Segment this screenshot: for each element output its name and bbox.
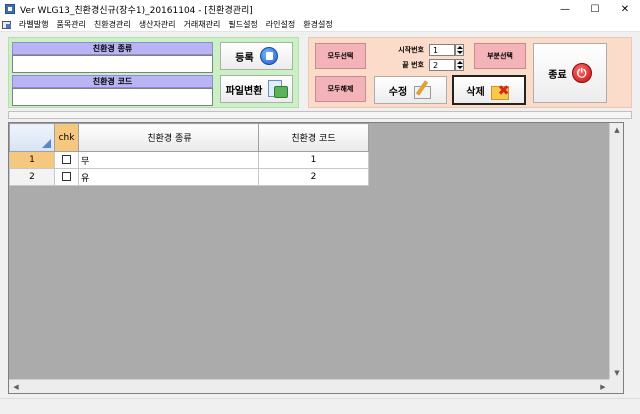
menu-label-print[interactable]: 라벨발행 xyxy=(15,19,52,30)
table-row[interactable]: 1 무 1 xyxy=(9,151,369,169)
scroll-up-arrow-icon[interactable]: ▲ xyxy=(610,123,624,137)
start-number-input[interactable]: 1 xyxy=(429,44,455,56)
maximize-button[interactable]: ☐ xyxy=(580,0,610,18)
menu-line-settings[interactable]: 라인설정 xyxy=(262,19,299,30)
file-convert-button-label: 파일변환 xyxy=(225,85,263,97)
delete-button[interactable]: 삭제 xyxy=(452,75,526,105)
partial-select-button[interactable]: 부분선택 xyxy=(474,43,526,69)
row-checkbox[interactable] xyxy=(62,172,71,181)
power-icon: ⏻ xyxy=(571,63,592,83)
scrollbar-corner xyxy=(609,379,623,393)
row-number[interactable]: 1 xyxy=(9,151,55,169)
mdi-window-icon[interactable] xyxy=(2,20,12,29)
start-number-spinner[interactable] xyxy=(455,44,464,56)
row-checkbox-cell[interactable] xyxy=(54,168,79,186)
delete-x-icon xyxy=(490,80,512,100)
separator-strip xyxy=(8,111,632,119)
menu-item-management[interactable]: 품목관리 xyxy=(52,19,89,30)
edit-button-label: 수정 xyxy=(388,86,408,98)
app-icon xyxy=(5,4,15,14)
column-header-eco-kind[interactable]: 친환경 종류 xyxy=(78,123,259,152)
grid-header-row: chk 친환경 종류 친환경 코드 xyxy=(9,123,369,152)
grid-table: chk 친환경 종류 친환경 코드 1 무 1 2 유 2 xyxy=(9,123,369,186)
deselect-all-button[interactable]: 모두해제 xyxy=(315,76,366,102)
window-title: Ver WLG13_친환경신규(장수1)_20161104 - [친환경관리] xyxy=(20,5,253,16)
file-transfer-icon xyxy=(267,79,289,99)
exit-button-label: 종료 xyxy=(548,69,567,81)
end-number-label: 끝 번호 xyxy=(402,61,424,69)
eco-kind-label: 친환경 종류 xyxy=(12,42,213,55)
register-button-label: 등록 xyxy=(235,52,254,64)
column-header-chk[interactable]: chk xyxy=(54,123,79,152)
eco-kind-cell[interactable]: 무 xyxy=(78,151,259,169)
row-number[interactable]: 2 xyxy=(9,168,55,186)
eco-code-cell[interactable]: 2 xyxy=(258,168,369,186)
end-number-input[interactable]: 2 xyxy=(429,59,455,71)
close-button[interactable]: ✕ xyxy=(610,0,640,18)
end-number-spinner[interactable] xyxy=(455,59,464,71)
edit-pencil-icon xyxy=(412,80,432,100)
horizontal-scrollbar[interactable]: ◀ ▶ xyxy=(9,379,610,393)
eco-kind-input[interactable] xyxy=(12,55,213,73)
menu-trader-management[interactable]: 거래채관리 xyxy=(180,19,225,30)
grid-corner-cell[interactable] xyxy=(9,123,55,152)
table-row[interactable]: 2 유 2 xyxy=(9,168,369,186)
menu-environment-settings[interactable]: 환경설정 xyxy=(299,19,336,30)
register-button[interactable]: 등록 xyxy=(220,42,293,70)
file-convert-button[interactable]: 파일변환 xyxy=(220,75,293,103)
window-controls: — ☐ ✕ xyxy=(550,0,640,18)
status-bar xyxy=(0,398,640,414)
row-checkbox[interactable] xyxy=(62,155,71,164)
menu-field-settings[interactable]: 필드설정 xyxy=(224,19,261,30)
delete-button-label: 삭제 xyxy=(466,86,485,98)
scroll-left-arrow-icon[interactable]: ◀ xyxy=(9,380,23,394)
menu-producer-management[interactable]: 생산자관리 xyxy=(135,19,180,30)
action-panel: 모두선택 모두해제 시작번호 1 끝 번호 2 부분선택 수정 삭제 종료 ⏻ xyxy=(308,37,632,108)
select-all-button[interactable]: 모두선택 xyxy=(315,43,366,69)
input-panel: 친환경 종류 친환경 코드 등록 파일변환 xyxy=(8,37,299,108)
data-grid: chk 친환경 종류 친환경 코드 1 무 1 2 유 2 ▲ ▼ ◀ ▶ xyxy=(8,122,624,394)
minimize-button[interactable]: — xyxy=(550,0,580,18)
eco-code-cell[interactable]: 1 xyxy=(258,151,369,169)
eco-code-label: 친환경 코드 xyxy=(12,75,213,88)
start-number-label: 시작번호 xyxy=(398,46,424,54)
eco-code-input[interactable] xyxy=(12,88,213,106)
scroll-right-arrow-icon[interactable]: ▶ xyxy=(596,380,610,394)
exit-button[interactable]: 종료 ⏻ xyxy=(533,43,607,103)
scroll-down-arrow-icon[interactable]: ▼ xyxy=(610,366,624,380)
menu-eco-management[interactable]: 친환경관리 xyxy=(90,19,135,30)
row-checkbox-cell[interactable] xyxy=(54,151,79,169)
edit-button[interactable]: 수정 xyxy=(374,76,447,104)
column-header-eco-code[interactable]: 친환경 코드 xyxy=(258,123,369,152)
save-disk-icon xyxy=(259,47,278,65)
eco-kind-cell[interactable]: 유 xyxy=(78,168,259,186)
vertical-scrollbar[interactable]: ▲ ▼ xyxy=(609,123,623,380)
title-bar: Ver WLG13_친환경신규(장수1)_20161104 - [친환경관리] … xyxy=(0,0,640,18)
menu-bar: 라벨발행 품목관리 친환경관리 생산자관리 거래채관리 필드설정 라인설정 환경… xyxy=(0,18,640,32)
